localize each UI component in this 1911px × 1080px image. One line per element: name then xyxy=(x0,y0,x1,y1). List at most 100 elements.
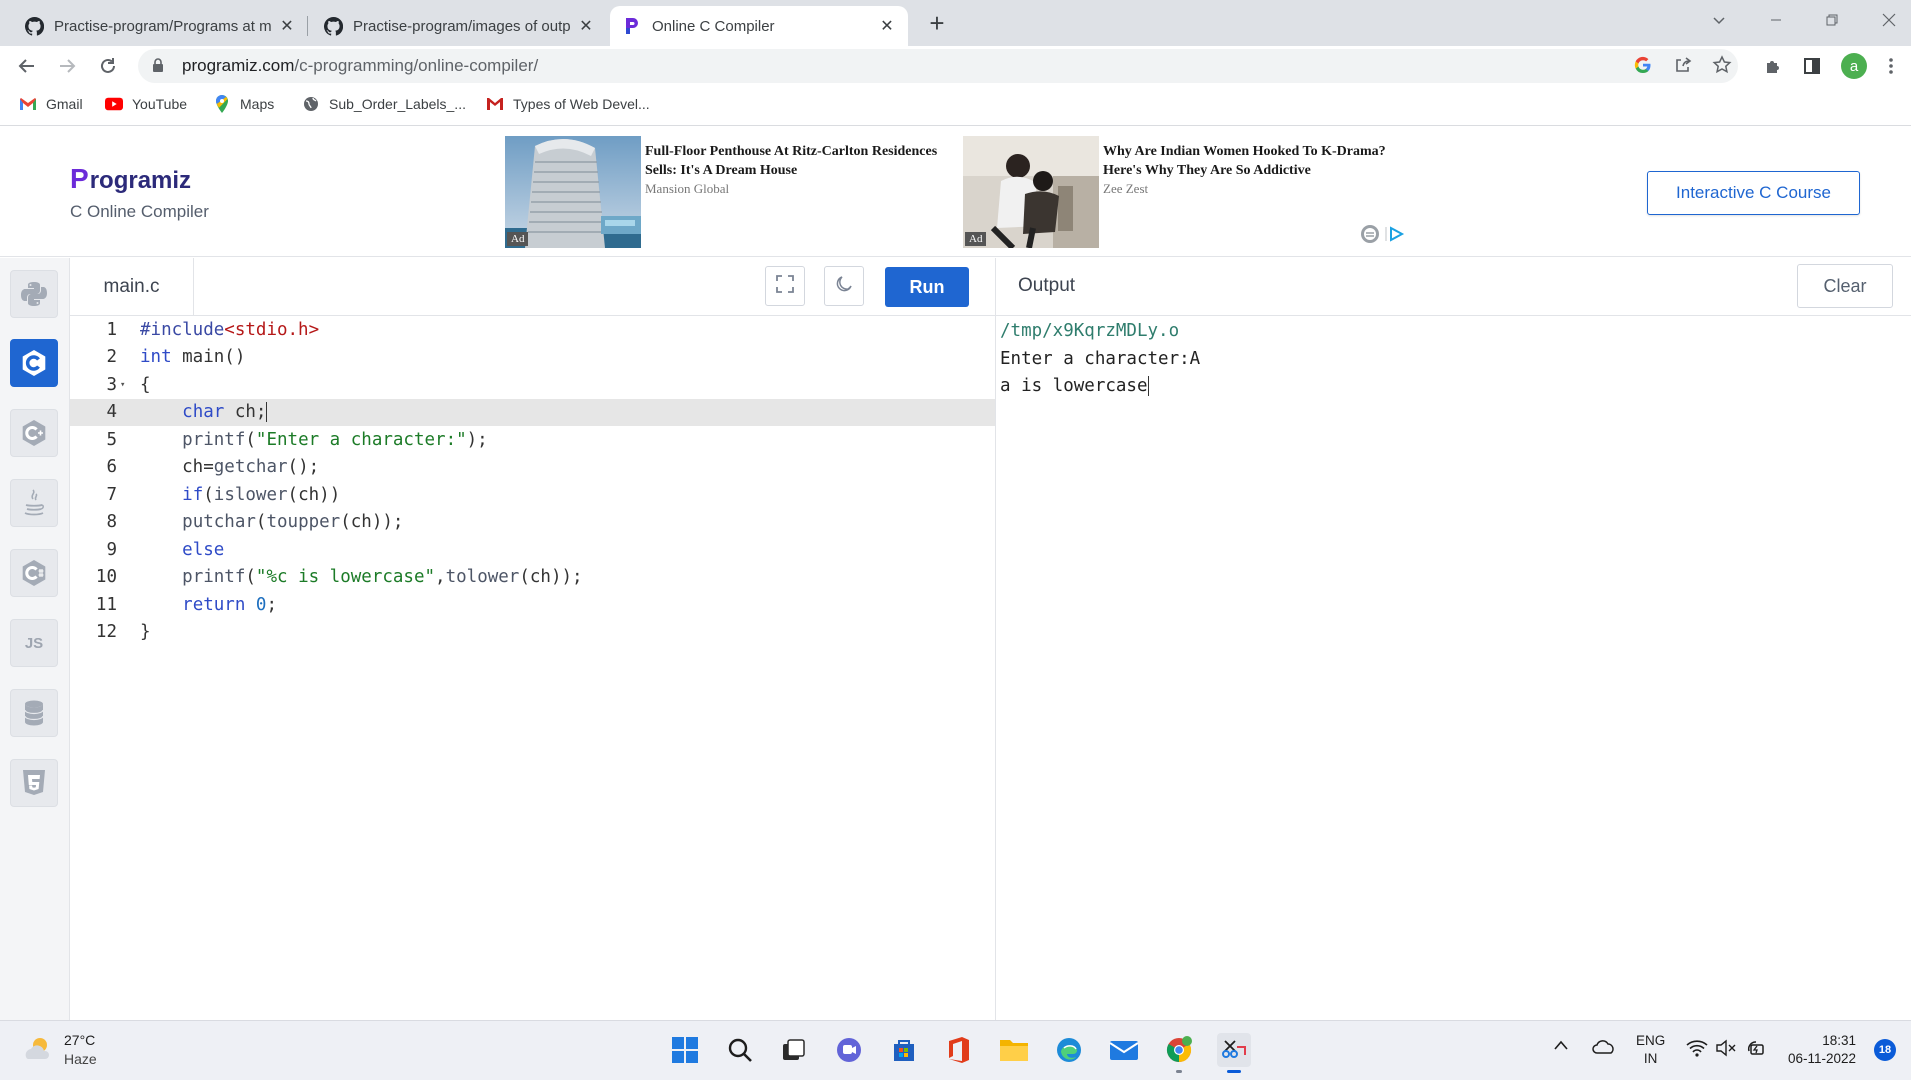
close-window-icon[interactable] xyxy=(1869,4,1909,36)
address-bar[interactable]: programiz.com/c-programming/online-compi… xyxy=(138,49,1738,83)
line-number: 5 xyxy=(106,429,117,450)
javascript-icon[interactable]: JS xyxy=(10,619,58,667)
cpp-language-icon[interactable] xyxy=(10,409,58,457)
code-text: } xyxy=(140,622,151,643)
code-line[interactable]: 3 ▾ { xyxy=(70,371,995,399)
onedrive-cloud-icon[interactable] xyxy=(1592,1039,1616,1055)
output-line: Enter a character:A xyxy=(1000,348,1201,369)
google-icon[interactable] xyxy=(1632,54,1654,76)
text-cursor xyxy=(266,402,268,423)
clear-button[interactable]: Clear xyxy=(1797,264,1893,308)
office-icon[interactable] xyxy=(942,1033,976,1067)
chrome-icon[interactable] xyxy=(1162,1033,1196,1073)
wifi-icon[interactable] xyxy=(1686,1039,1708,1057)
close-icon[interactable]: ✕ xyxy=(577,17,595,35)
dark-mode-button[interactable] xyxy=(824,266,864,306)
region-code: IN xyxy=(1643,1051,1658,1066)
ad-headline: Why Are Indian Women Hooked To K-Drama? … xyxy=(1103,144,1386,178)
csharp-language-icon[interactable] xyxy=(10,549,58,597)
bookmark-star-icon[interactable] xyxy=(1711,54,1733,76)
code-line[interactable]: 1 #include<stdio.h> xyxy=(70,316,995,344)
minimize-icon[interactable] xyxy=(1756,4,1796,36)
system-clock[interactable]: 18:31 06-11-2022 xyxy=(1786,1032,1856,1068)
restore-icon[interactable] xyxy=(1812,4,1852,36)
code-line[interactable]: 2 int main() xyxy=(70,344,995,372)
ad-card-1[interactable]: Ad Full-Floor Penthouse At Ritz-Carlton … xyxy=(505,136,965,248)
java-icon[interactable] xyxy=(10,479,58,527)
more-menu-icon[interactable] xyxy=(1879,54,1903,78)
task-view-icon[interactable] xyxy=(777,1033,811,1067)
browser-tab-2[interactable]: Practise-program/images of outp ✕ xyxy=(311,6,607,46)
code-line[interactable]: 12} xyxy=(70,619,995,647)
tab-search-icon[interactable] xyxy=(1699,4,1739,36)
gmail-icon xyxy=(19,96,37,112)
volume-muted-icon[interactable] xyxy=(1715,1039,1737,1057)
ad-tag: Ad xyxy=(965,232,987,246)
code-line[interactable]: 4 char ch; xyxy=(70,398,995,426)
teams-chat-icon[interactable] xyxy=(832,1033,866,1067)
bookmark-maps[interactable]: Maps xyxy=(213,95,274,113)
gmail-icon xyxy=(486,96,504,112)
output-console[interactable]: /tmp/x9KqrzMDLy.o Enter a character:A a … xyxy=(1000,318,1200,401)
fullscreen-button[interactable] xyxy=(765,266,805,306)
file-tab-main-c[interactable]: main.c xyxy=(70,258,194,316)
adchoices-icon[interactable] xyxy=(1360,224,1406,244)
moon-icon xyxy=(834,274,854,299)
github-icon xyxy=(323,16,343,36)
back-arrow-icon[interactable] xyxy=(13,52,41,80)
reload-icon[interactable] xyxy=(94,52,122,80)
new-tab-button[interactable]: + xyxy=(922,8,952,38)
fold-arrow-icon[interactable]: ▾ xyxy=(117,380,130,390)
clock-time: 18:31 xyxy=(1822,1033,1856,1048)
programiz-logo[interactable]: Programiz xyxy=(70,163,191,195)
ad-card-2[interactable]: Ad Why Are Indian Women Hooked To K-Dram… xyxy=(963,136,1423,248)
c-language-icon[interactable] xyxy=(10,339,58,387)
bookmark-sub-order[interactable]: Sub_Order_Labels_... xyxy=(302,96,466,112)
code-line[interactable]: 6 ch=getchar(); xyxy=(70,454,995,482)
code-editor[interactable]: 1 #include<stdio.h> 2 int main() 3 ▾ {4 char c… xyxy=(70,316,995,1020)
run-button[interactable]: Run xyxy=(885,267,969,307)
code-text: { xyxy=(140,374,151,395)
interactive-course-button[interactable]: Interactive C Course xyxy=(1647,171,1860,215)
code-line[interactable]: 7 if(islower(ch)) xyxy=(70,481,995,509)
chevron-up-icon[interactable] xyxy=(1553,1039,1569,1051)
microsoft-store-icon[interactable] xyxy=(887,1033,921,1067)
browser-tab-bar: Practise-program/Programs at m ✕ Practis… xyxy=(0,0,1911,46)
code-line[interactable]: 5 printf("Enter a character:"); xyxy=(70,426,995,454)
code-line[interactable]: 11 return 0; xyxy=(70,591,995,619)
search-icon[interactable] xyxy=(723,1033,757,1067)
extensions-icon[interactable] xyxy=(1761,54,1785,78)
line-number: 11 xyxy=(95,594,117,615)
share-icon[interactable] xyxy=(1672,54,1694,76)
windows-start-icon[interactable] xyxy=(668,1033,702,1067)
bookmark-web-devel[interactable]: Types of Web Devel... xyxy=(486,96,650,112)
side-panel-icon[interactable] xyxy=(1800,54,1824,78)
close-icon[interactable]: ✕ xyxy=(278,17,296,35)
youtube-icon xyxy=(105,96,123,112)
ad-headline: Full-Floor Penthouse At Ritz-Carlton Res… xyxy=(645,144,938,178)
bookmark-gmail[interactable]: Gmail xyxy=(19,96,83,112)
notification-badge[interactable]: 18 xyxy=(1874,1039,1896,1061)
close-icon[interactable]: ✕ xyxy=(878,17,896,35)
forward-arrow-icon[interactable] xyxy=(53,52,81,80)
sql-database-icon[interactable] xyxy=(10,689,58,737)
browser-tab-3-active[interactable]: Online C Compiler ✕ xyxy=(610,6,908,46)
panel-divider[interactable] xyxy=(995,258,996,1020)
ad-source: Zee Zest xyxy=(1103,181,1149,196)
mail-icon[interactable] xyxy=(1107,1033,1141,1067)
html5-icon[interactable] xyxy=(10,759,58,807)
code-line[interactable]: 8 putchar(toupper(ch)); xyxy=(70,509,995,537)
language-indicator[interactable]: ENG IN xyxy=(1636,1032,1665,1068)
python-icon[interactable] xyxy=(10,270,58,318)
code-line[interactable]: 9 else xyxy=(70,536,995,564)
battery-charging-icon[interactable] xyxy=(1745,1039,1767,1057)
file-explorer-icon[interactable] xyxy=(997,1033,1031,1067)
profile-avatar[interactable]: a xyxy=(1841,53,1867,79)
snipping-tool-icon[interactable] xyxy=(1217,1033,1251,1073)
edge-browser-icon[interactable] xyxy=(1052,1033,1086,1067)
code-line[interactable]: 10 printf("%c is lowercase",tolower(ch))… xyxy=(70,564,995,592)
weather-widget[interactable]: 27°C Haze xyxy=(22,1031,97,1069)
bookmark-youtube[interactable]: YouTube xyxy=(105,96,187,112)
browser-tab-1[interactable]: Practise-program/Programs at m ✕ xyxy=(12,6,308,46)
fullscreen-icon xyxy=(775,274,795,299)
